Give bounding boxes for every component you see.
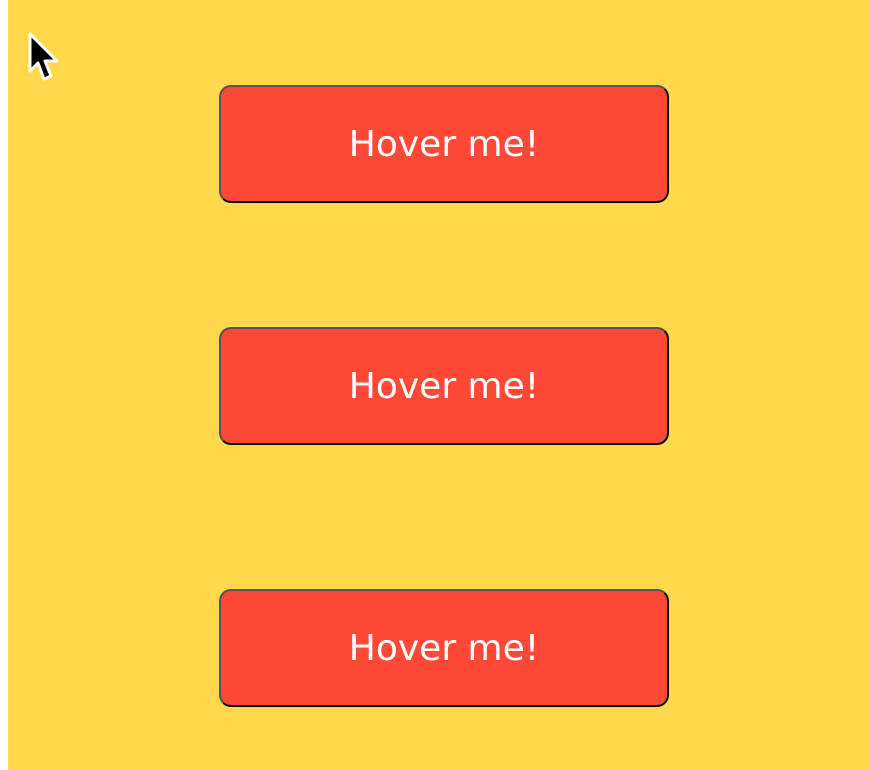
hover-button-1[interactable]: Hover me! — [219, 85, 669, 203]
content-area: Hover me! Hover me! Hover me! — [8, 0, 869, 770]
hover-button-3[interactable]: Hover me! — [219, 589, 669, 707]
hover-button-2[interactable]: Hover me! — [219, 327, 669, 445]
clipped-top-text — [430, 0, 570, 3]
screen: Hover me! Hover me! Hover me! — [0, 0, 869, 770]
